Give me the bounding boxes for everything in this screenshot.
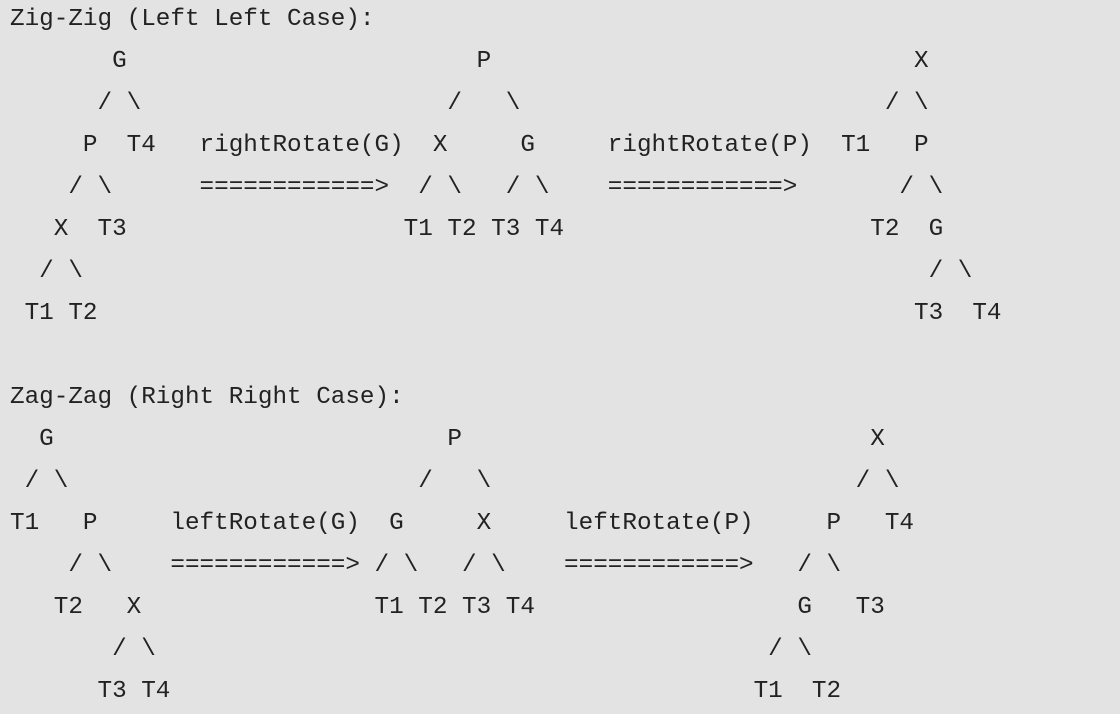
code-line-zig-zig-edges-3: / \ / \ <box>10 258 973 285</box>
code-line-zig-zig-arrows: / \ ============> / \ / \ ============> … <box>10 174 944 201</box>
code-line-zig-zig-edges-1: / \ / \ / \ <box>10 90 929 117</box>
code-line-zag-zag-heading: Zag-Zag (Right Right Case): <box>10 384 404 411</box>
code-line-zag-zag-edges-3: / \ / \ <box>10 636 812 663</box>
code-line-zag-zag-arrows: / \ ============> / \ / \ ============> … <box>10 552 842 579</box>
code-line-zag-zag-level-3: T2 X T1 T2 T3 T4 G T3 <box>10 594 885 621</box>
code-line-zig-zig-roots: G P X <box>10 48 929 75</box>
code-line-zig-zig-leaves: T1 T2 T3 T4 <box>10 300 1002 327</box>
code-line-zig-zig-level-3: X T3 T1 T2 T3 T4 T2 G <box>10 216 944 243</box>
code-line-zig-zig-rotate: P T4 rightRotate(G) X G rightRotate(P) T… <box>10 132 929 159</box>
code-block: Zig-Zig (Left Left Case): G P X / \ / \ … <box>0 0 1120 714</box>
code-line-zag-zag-leaves: T3 T4 T1 T2 <box>10 678 842 705</box>
code-line-zag-zag-edges-1: / \ / \ / \ <box>10 468 900 495</box>
code-line-zig-zig-heading: Zig-Zig (Left Left Case): <box>10 6 375 33</box>
code-line-zag-zag-roots: G P X <box>10 426 885 453</box>
code-line-zag-zag-rotate: T1 P leftRotate(G) G X leftRotate(P) P T… <box>10 510 914 537</box>
